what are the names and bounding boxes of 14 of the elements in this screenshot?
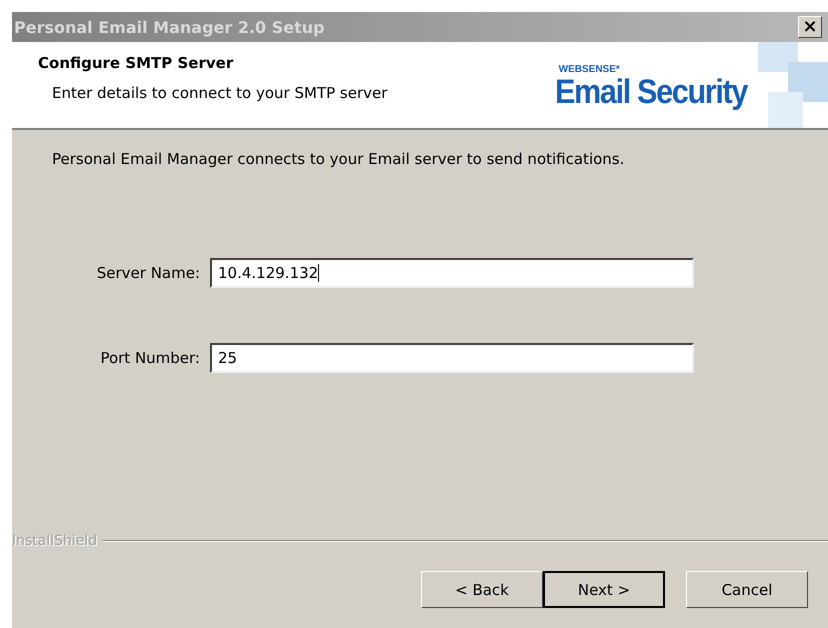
input-field[interactable]: 25 <box>210 343 694 373</box>
field-label: Port Number: <box>99 349 201 367</box>
page-subtitle: Enter details to connect to your SMTP server <box>51 84 388 102</box>
window-title: Personal Email Manager 2.0 Setup <box>14 18 325 36</box>
close-button[interactable]: × <box>798 16 822 38</box>
input-field[interactable]: 10.4.129.132 <box>210 258 694 288</box>
logo-tagline: WEBSENSE* <box>558 64 620 75</box>
wizard-button[interactable]: Next > <box>543 571 665 608</box>
product-logo: Email Security <box>554 75 747 109</box>
wizard-button[interactable]: < Back <box>421 571 543 608</box>
page-title: Configure SMTP Server <box>38 54 234 72</box>
intro-text: Personal Email Manager connects to your Email server to send notifications. <box>52 150 626 168</box>
field-label: Server Name: <box>96 264 201 282</box>
wizard-button[interactable]: Cancel <box>686 571 808 608</box>
